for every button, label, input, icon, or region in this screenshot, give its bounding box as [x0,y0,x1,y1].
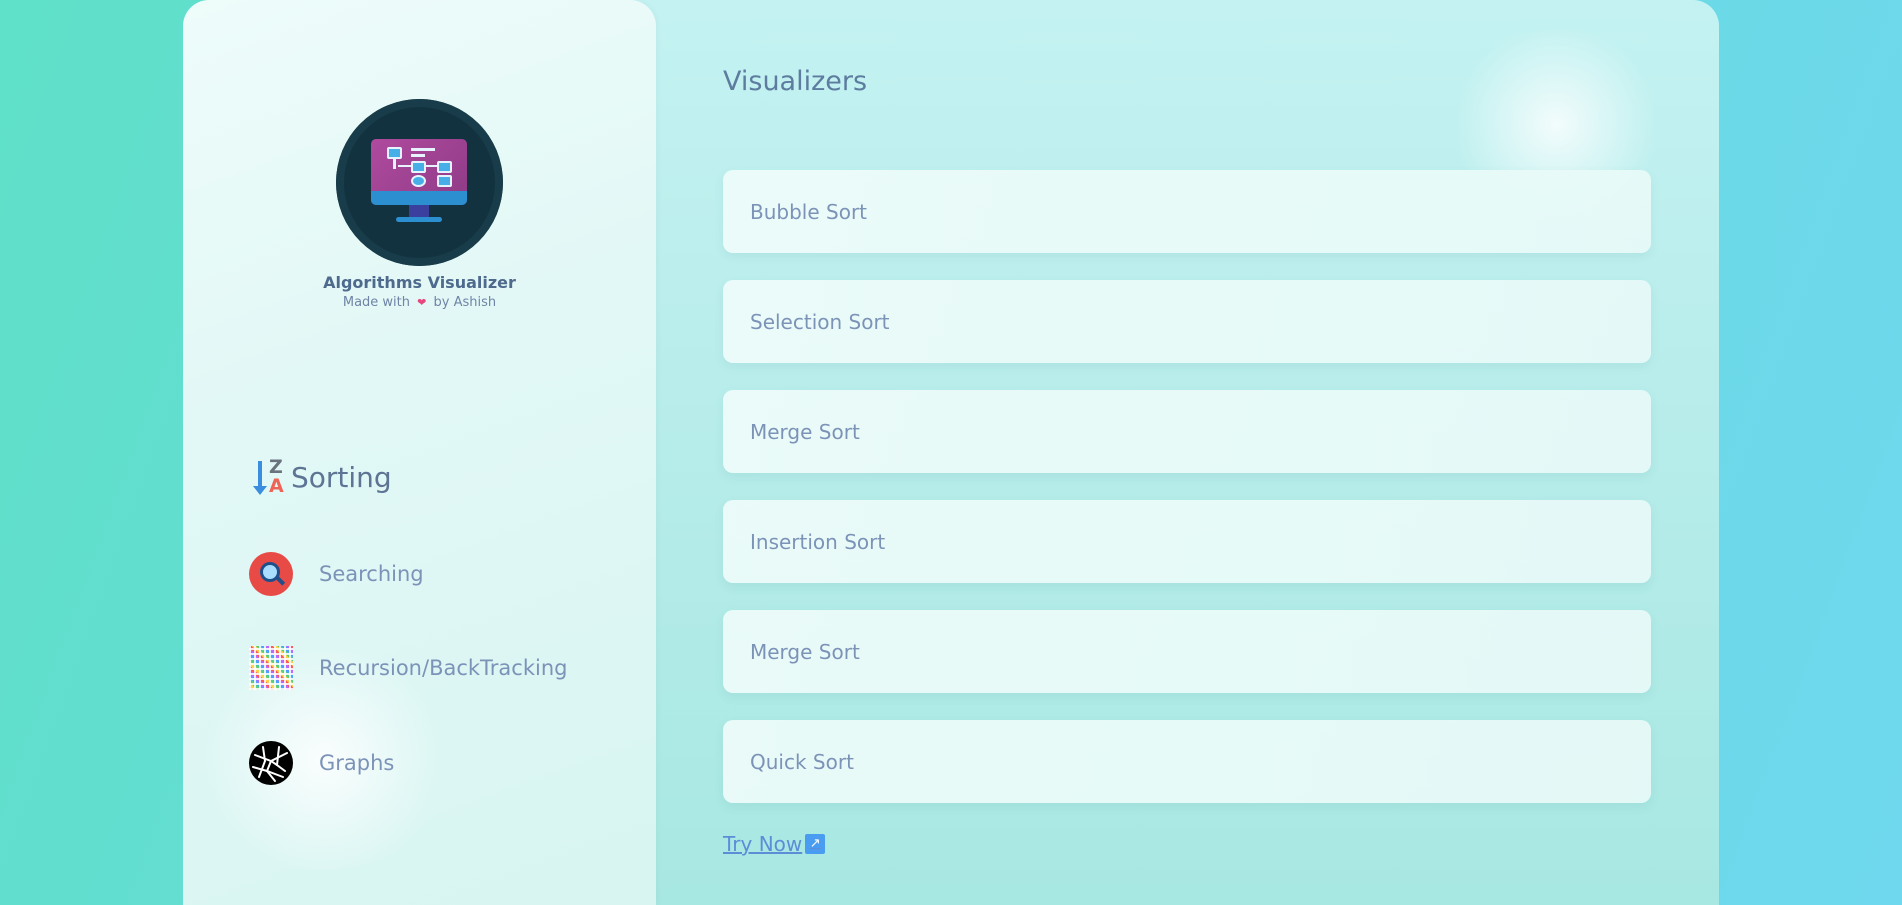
card-label: Selection Sort [750,309,890,334]
magnifier-icon [249,552,293,596]
flow-node [411,175,426,187]
graph-ball-icon [249,741,293,785]
card-selection-sort[interactable]: Selection Sort [723,280,1651,363]
card-bubble-sort[interactable]: Bubble Sort [723,170,1651,253]
card-merge-sort-2[interactable]: Merge Sort [723,610,1651,693]
subtitle-suffix: by Ashish [433,295,497,310]
flow-line [398,165,412,167]
card-label: Bubble Sort [750,199,868,224]
checker-pattern-icon [249,646,293,690]
logo-monitor-flowchart-icon [336,99,503,266]
flow-node [387,147,402,159]
nav-label-sorting: Sorting [291,460,392,494]
flow-line [411,148,435,151]
monitor-taskbar [371,191,467,205]
external-link-icon: ↗ [805,834,826,854]
card-label: Quick Sort [750,749,854,774]
monitor-stand [409,205,429,217]
nav-label-graphs: Graphs [319,751,395,775]
monitor-screen [371,139,467,205]
flow-node [437,161,452,173]
nav-label-recursion: Recursion/BackTracking [319,656,568,680]
card-insertion-sort[interactable]: Insertion Sort [723,500,1651,583]
page-title: Visualizers [723,66,868,97]
monitor-base [396,217,442,222]
heart-icon: ❤ [417,296,427,309]
app-title: Algorithms Visualizer [323,273,516,292]
card-quick-sort[interactable]: Quick Sort [723,720,1651,803]
try-now-link[interactable]: Try Now ↗ [723,832,826,856]
flow-node [437,175,452,187]
card-label: Insertion Sort [750,529,886,554]
nav-item-sorting[interactable]: Z A Sorting [253,456,392,497]
card-label: Merge Sort [750,419,860,444]
try-now-label: Try Now [723,832,803,856]
flow-node [411,161,426,173]
sidebar: Algorithms Visualizer Made with ❤ by Ash… [183,0,656,905]
app-window: Algorithms Visualizer Made with ❤ by Ash… [183,0,1719,905]
nav-label-searching: Searching [319,562,424,586]
nav-item-recursion[interactable]: Recursion/BackTracking [249,646,567,690]
app-subtitle: Made with ❤ by Ashish [183,295,656,310]
card-merge-sort[interactable]: Merge Sort [723,390,1651,473]
subtitle-prefix: Made with [342,295,411,310]
flow-line [411,154,425,157]
nav-item-searching[interactable]: Searching [249,552,424,596]
sort-z-a-icon: Z A [253,456,287,497]
flow-line [393,159,396,169]
card-label: Merge Sort [750,639,860,664]
nav-item-graphs[interactable]: Graphs [249,741,394,785]
main-panel: Visualizers Bubble Sort Selection Sort M… [656,0,1719,905]
